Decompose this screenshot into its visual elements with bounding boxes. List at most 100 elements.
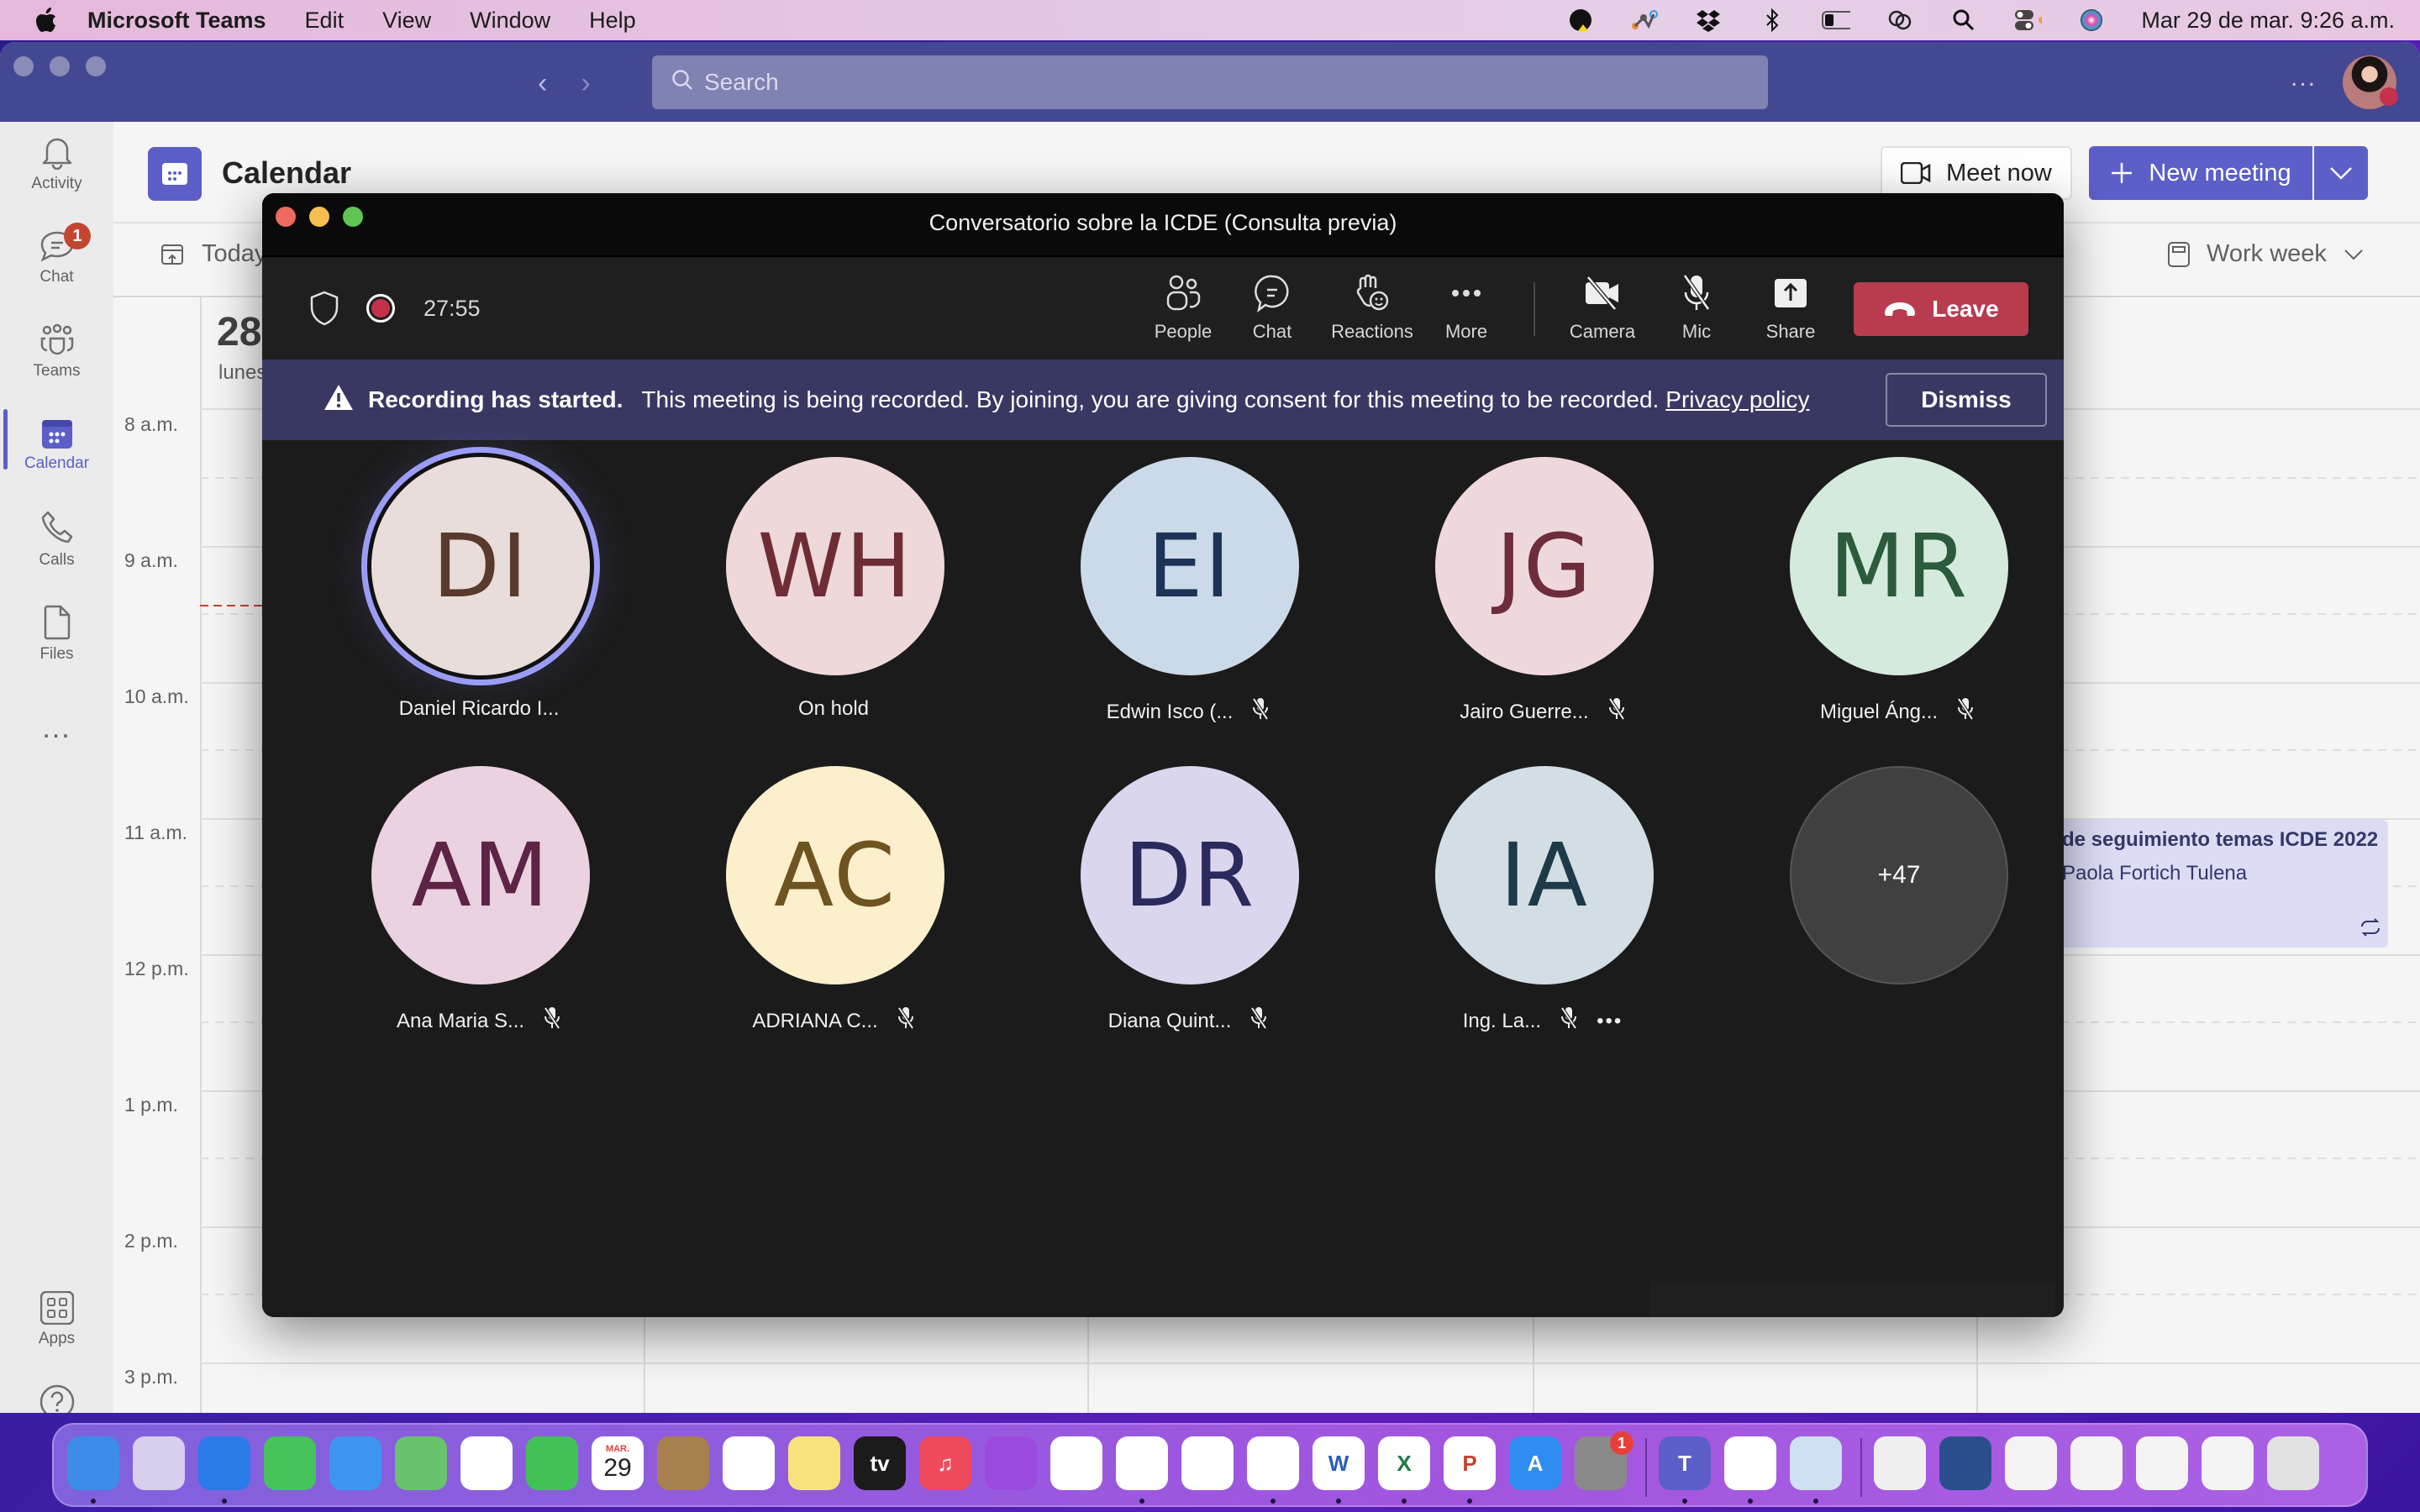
participant-tile[interactable]: EI Edwin Isco (...: [1012, 440, 1365, 743]
participant-tile[interactable]: DR Diana Quint...: [1012, 749, 1365, 1052]
dock-app-safari[interactable]: [198, 1436, 250, 1490]
menu-app-name[interactable]: Microsoft Teams: [87, 8, 266, 34]
view-selector[interactable]: Work week: [2168, 240, 2364, 268]
participant-tile[interactable]: JG Jairo Guerre...: [1366, 440, 1719, 743]
dock-app-preview[interactable]: [1790, 1436, 1842, 1490]
minimize-button[interactable]: [50, 56, 70, 76]
participant-tile[interactable]: IA Ing. La... •••: [1366, 749, 1719, 1052]
spotlight-icon[interactable]: [1949, 8, 1978, 33]
dock-app-document-4[interactable]: [2070, 1436, 2123, 1490]
dock-app-document-1[interactable]: [1874, 1436, 1926, 1490]
participant-tile[interactable]: WH On hold: [657, 440, 1010, 743]
analytics-icon[interactable]: [1630, 8, 1659, 33]
rail-item-files[interactable]: Files: [0, 592, 113, 676]
calendar-event[interactable]: de seguimiento temas ICDE 2022 Paola For…: [2059, 820, 2388, 948]
page-title: Calendar: [222, 155, 352, 190]
dropbox-icon[interactable]: [1694, 8, 1723, 33]
forward-arrow-icon[interactable]: ›: [581, 67, 590, 100]
apple-menu-icon[interactable]: [34, 8, 59, 33]
participant-tile[interactable]: AC ADRIANA C...: [657, 749, 1010, 1052]
view-label: Work week: [2207, 240, 2327, 267]
dock-app-podcasts[interactable]: [985, 1436, 1037, 1490]
dock-app-reminders[interactable]: [723, 1436, 775, 1490]
dock-app-facetime[interactable]: [526, 1436, 578, 1490]
rail-item-help[interactable]: Help: [0, 1372, 113, 1413]
people-button[interactable]: People: [1141, 274, 1225, 343]
day-number[interactable]: 28: [217, 309, 261, 355]
meet-now-button[interactable]: Meet now: [1881, 146, 2072, 200]
new-meeting-button[interactable]: New meeting: [2089, 146, 2312, 200]
back-arrow-icon[interactable]: ‹: [538, 67, 547, 100]
dock-app-tv[interactable]: tv: [854, 1436, 906, 1490]
dock-app-notes[interactable]: [788, 1436, 840, 1490]
search-input[interactable]: Search: [652, 55, 1768, 109]
zoom-button[interactable]: [86, 56, 106, 76]
dock-app-finder[interactable]: [67, 1436, 119, 1490]
settings-more-button[interactable]: ...: [2291, 64, 2317, 92]
bluetooth-icon[interactable]: [1758, 8, 1786, 33]
rail-item-calendar[interactable]: Calendar: [0, 404, 113, 488]
dock-app-numbers[interactable]: [1116, 1436, 1168, 1490]
dock-app-textedit[interactable]: [1724, 1436, 1776, 1490]
reactions-button[interactable]: Reactions: [1330, 274, 1414, 343]
menu-edit[interactable]: Edit: [305, 8, 345, 34]
participant-tile[interactable]: MR Miguel Áng...: [1721, 440, 2064, 743]
rail-item-more[interactable]: ...: [0, 686, 113, 770]
menubar-clock[interactable]: Mar 29 de mar. 9:26 a.m.: [2141, 8, 2395, 34]
dock-app-document-5[interactable]: [2136, 1436, 2188, 1490]
more-button[interactable]: More: [1424, 274, 1508, 343]
dock-app-chrome[interactable]: [1247, 1436, 1299, 1490]
dock-app-keynote[interactable]: [1050, 1436, 1102, 1490]
menu-window[interactable]: Window: [470, 8, 550, 34]
rail-item-activity[interactable]: Activity: [0, 122, 113, 206]
dock-app-pages[interactable]: [1181, 1436, 1234, 1490]
dock-app-launchpad[interactable]: [133, 1436, 185, 1490]
file-icon: [44, 605, 70, 640]
dock-app-contacts[interactable]: [657, 1436, 709, 1490]
dock-app-excel[interactable]: X: [1378, 1436, 1430, 1490]
camera-button[interactable]: Camera: [1560, 274, 1644, 343]
share-button[interactable]: Share: [1749, 274, 1833, 343]
dismiss-button[interactable]: Dismiss: [1886, 373, 2047, 427]
teamviewer-icon[interactable]: [1566, 8, 1595, 33]
dock-app-photos[interactable]: [460, 1436, 513, 1490]
profile-avatar[interactable]: [2343, 55, 2398, 109]
dock-app-microsoft-teams[interactable]: T: [1659, 1436, 1711, 1490]
shield-icon[interactable]: [309, 291, 339, 330]
rail-item-teams[interactable]: Teams: [0, 310, 113, 394]
dock-app-maps[interactable]: [395, 1436, 447, 1490]
dock-app-document-6[interactable]: [2202, 1436, 2254, 1490]
siri-icon[interactable]: [2077, 8, 2106, 33]
participant-tile[interactable]: DI Daniel Ricardo I...: [302, 440, 655, 743]
dock-app-mail[interactable]: [329, 1436, 381, 1490]
rail-item-chat[interactable]: Chat 1: [0, 216, 113, 300]
rail-item-calls[interactable]: Calls: [0, 498, 113, 582]
participant-more-options-icon[interactable]: •••: [1597, 1010, 1623, 1033]
privacy-policy-link[interactable]: Privacy policy: [1665, 386, 1809, 413]
chat-button[interactable]: Chat: [1230, 274, 1314, 343]
dock-app-word[interactable]: W: [1313, 1436, 1365, 1490]
control-center-icon[interactable]: [2013, 8, 2043, 33]
screen-mirroring-icon[interactable]: [1886, 8, 1914, 33]
close-button[interactable]: [13, 56, 34, 76]
dock-app-system-preferences[interactable]: 1: [1575, 1431, 1634, 1490]
self-view-tile[interactable]: [1650, 1281, 2055, 1317]
dock-app-document-3[interactable]: [2005, 1436, 2057, 1490]
new-meeting-dropdown[interactable]: [2314, 146, 2368, 200]
leave-button[interactable]: Leave: [1854, 282, 2028, 336]
participant-tile[interactable]: AM Ana Maria S...: [302, 749, 655, 1052]
mic-button[interactable]: Mic: [1655, 274, 1739, 343]
menu-help[interactable]: Help: [589, 8, 636, 34]
dock-app-document-2[interactable]: [1939, 1436, 1991, 1490]
dock-app-trash[interactable]: [2267, 1436, 2319, 1490]
today-button[interactable]: Today: [161, 240, 266, 268]
dock-app-app-store[interactable]: A: [1509, 1436, 1561, 1490]
overflow-participants-tile[interactable]: +47: [1721, 749, 2064, 1052]
dock-app-calendar[interactable]: MAR. 29: [592, 1436, 644, 1490]
menu-view[interactable]: View: [382, 8, 431, 34]
battery-icon[interactable]: [1822, 8, 1851, 33]
dock-app-music[interactable]: ♫: [919, 1436, 971, 1490]
dock-app-powerpoint[interactable]: P: [1444, 1436, 1496, 1490]
rail-item-apps[interactable]: Apps: [0, 1278, 113, 1362]
dock-app-messages[interactable]: [264, 1436, 316, 1490]
